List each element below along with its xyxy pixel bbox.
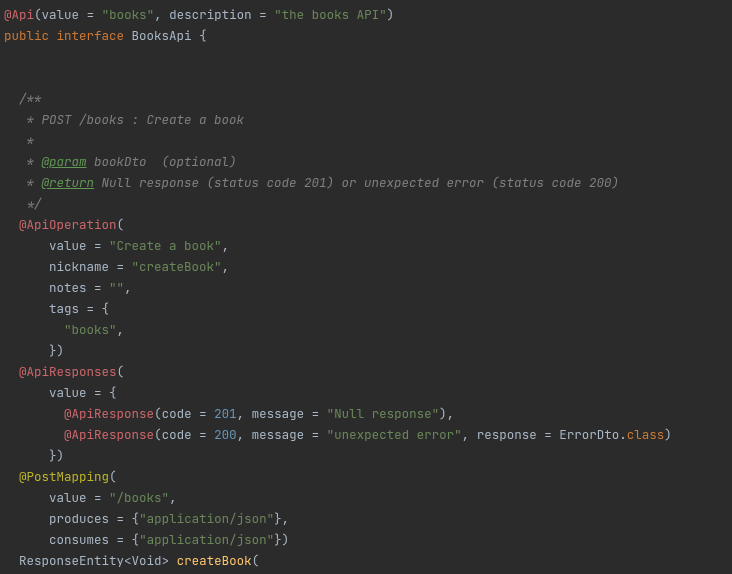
code-line: @ApiOperation( bbox=[4, 216, 124, 233]
code-line: * @return Null response (status code 201… bbox=[4, 174, 619, 191]
code-line: /** bbox=[4, 90, 42, 107]
code-line: * POST /books : Create a book bbox=[4, 111, 244, 128]
code-line: * @param bookDto (optional) bbox=[4, 153, 237, 170]
javadoc-tag-return: @return bbox=[42, 174, 95, 191]
code-line: consumes = {"application/json"}) bbox=[4, 531, 289, 548]
annotation-at: @ bbox=[4, 6, 12, 23]
code-line: * bbox=[4, 132, 34, 149]
annotation-name: ApiResponse bbox=[72, 426, 155, 443]
code-line: @ApiResponses( bbox=[4, 363, 124, 380]
code-line: notes = "", bbox=[4, 279, 132, 296]
code-line: value = "/books", bbox=[4, 489, 177, 506]
javadoc: * POST /books : Create a book bbox=[4, 111, 244, 128]
code-line: @Api(value = "books", description = "the… bbox=[4, 6, 394, 23]
code-line: @ApiResponse(code = 201, message = "Null… bbox=[4, 405, 454, 422]
annotation-name: ApiResponse bbox=[72, 405, 155, 422]
javadoc: /** bbox=[4, 90, 42, 107]
code-editor[interactable]: @Api(value = "books", description = "the… bbox=[0, 0, 732, 574]
javadoc-tag-param: @param bbox=[42, 153, 87, 170]
code-line: produces = {"application/json"}, bbox=[4, 510, 289, 527]
code-line: }) bbox=[4, 342, 64, 359]
code-line: value = "Create a book", bbox=[4, 237, 229, 254]
code-line: @ApiResponse(code = 200, message = "unex… bbox=[4, 426, 672, 443]
code-line: nickname = "createBook", bbox=[4, 258, 229, 275]
code-line: "books", bbox=[4, 321, 124, 338]
code-line: @PostMapping( bbox=[4, 468, 117, 485]
code-line: }) bbox=[4, 447, 64, 464]
code-line: public interface BooksApi { bbox=[4, 27, 207, 44]
annotation-name: ApiResponses bbox=[27, 363, 117, 380]
annotation-name: PostMapping bbox=[27, 468, 110, 485]
code-line: tags = { bbox=[4, 300, 109, 317]
code-line: */ bbox=[4, 195, 42, 212]
javadoc: * bbox=[4, 132, 34, 149]
code-line: value = { bbox=[4, 384, 117, 401]
code-line: ResponseEntity<Void> createBook( bbox=[4, 552, 259, 569]
javadoc: */ bbox=[4, 195, 42, 212]
method-name: createBook bbox=[177, 552, 252, 569]
annotation-name: Api bbox=[12, 6, 35, 23]
annotation-name: ApiOperation bbox=[27, 216, 117, 233]
